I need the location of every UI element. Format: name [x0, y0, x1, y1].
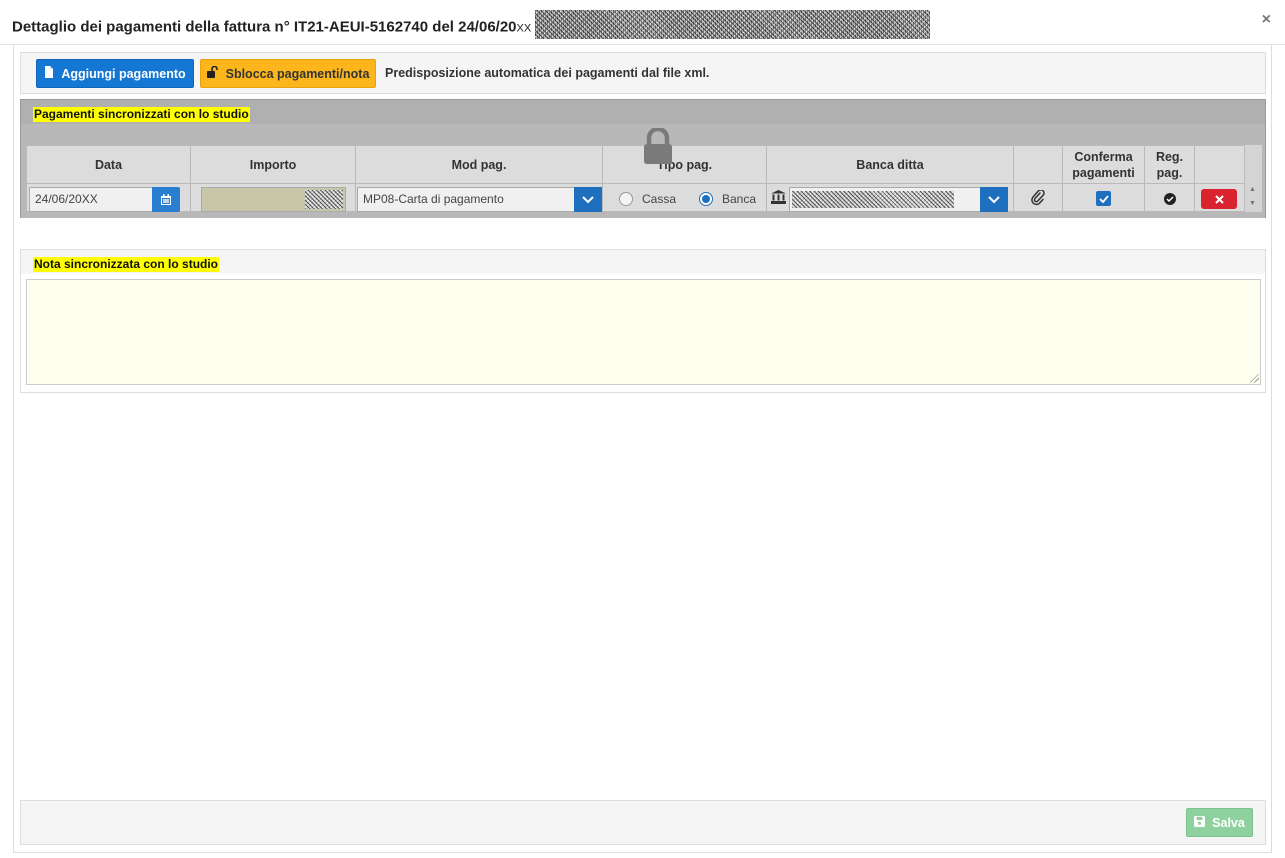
col-importo: Importo	[190, 145, 356, 184]
note-section-label: Nota sincronizzata con lo studio	[33, 257, 220, 272]
cell-reg	[1144, 183, 1195, 212]
col-attachment	[1013, 145, 1063, 184]
payments-panel-heading: Pagamenti sincronizzati con lo studio	[21, 100, 1265, 124]
payments-panel: Pagamenti sincronizzati con lo studio Da…	[20, 99, 1266, 218]
unlock-payments-label: Sblocca pagamenti/nota	[225, 66, 370, 81]
cell-importo	[190, 183, 356, 212]
bank-select[interactable]	[789, 187, 981, 212]
modal-header: Dettaglio dei pagamenti della fattura n°…	[0, 0, 1285, 45]
radio-cassa[interactable]	[619, 192, 633, 206]
redacted-bank	[792, 191, 954, 208]
title-text: Dettaglio dei pagamenti della fattura n°…	[12, 18, 517, 36]
col-banca: Banca ditta	[766, 145, 1014, 184]
table-scrollbar[interactable]: ▲ ▼	[1245, 145, 1262, 212]
delete-row-button[interactable]	[1201, 189, 1237, 209]
bank-chevron-down-icon[interactable]	[980, 187, 1008, 212]
radio-banca-label: Banca	[722, 192, 757, 206]
payments-section-label: Pagamenti sincronizzati con lo studio	[33, 107, 250, 122]
modal-footer: Salva	[20, 800, 1266, 845]
registered-check-icon	[1164, 193, 1176, 205]
col-reg-line1: Reg.	[1155, 149, 1184, 164]
date-year-suffix: XX	[81, 192, 98, 206]
scroll-down-icon[interactable]: ▼	[1249, 200, 1256, 207]
cell-tipo-pag: Cassa Banca	[602, 183, 767, 212]
cell-mod-pag: MP08-Carta di pagamento	[355, 183, 603, 212]
col-conferma-line2: pagamenti	[1072, 165, 1135, 180]
col-conferma-line1: Conferma	[1074, 149, 1133, 164]
scroll-up-icon[interactable]: ▲	[1249, 186, 1256, 193]
title-year-suffix: XX	[516, 22, 532, 35]
modal-title: Dettaglio dei pagamenti della fattura n°…	[12, 10, 931, 42]
lock-icon	[644, 128, 672, 164]
paperclip-icon[interactable]	[1031, 189, 1045, 209]
date-value: 24/06/20	[35, 192, 82, 206]
modal-body: Aggiungi pagamento Sblocca pagamenti/not…	[13, 45, 1272, 853]
col-tipo-pag: Tipo pag.	[602, 145, 767, 184]
cell-actions	[1194, 183, 1245, 212]
save-label: Salva	[1212, 815, 1245, 830]
note-panel: Nota sincronizzata con lo studio	[20, 249, 1266, 393]
table-header-row: Data Importo Mod pag. Tipo pag. Banca di…	[26, 145, 1245, 184]
redacted-amount	[305, 190, 343, 209]
col-reg-line2: pag.	[1156, 165, 1183, 180]
note-textarea[interactable]	[26, 279, 1261, 385]
table-row: 24/06/20XX MP08-Carta di pagamento Cassa…	[26, 183, 1245, 212]
bank-icon	[771, 190, 786, 207]
save-button[interactable]: Salva	[1186, 808, 1253, 837]
amount-input[interactable]	[201, 187, 346, 212]
col-reg: Reg. pag.	[1144, 145, 1195, 184]
payment-method-value: MP08-Carta di pagamento	[363, 192, 504, 206]
col-data: Data	[26, 145, 191, 184]
resize-handle-icon[interactable]	[1250, 374, 1259, 383]
col-mod-pag: Mod pag.	[355, 145, 603, 184]
document-icon	[44, 66, 54, 81]
note-panel-heading: Nota sincronizzata con lo studio	[21, 250, 1265, 274]
payment-method-select[interactable]: MP08-Carta di pagamento	[357, 187, 575, 212]
payments-table: Data Importo Mod pag. Tipo pag. Banca di…	[26, 145, 1245, 212]
radio-cassa-label: Cassa	[642, 192, 677, 206]
calendar-icon[interactable]	[152, 187, 180, 212]
unlock-payments-button[interactable]: Sblocca pagamenti/nota	[200, 59, 376, 88]
close-icon[interactable]: ×	[1262, 11, 1271, 29]
cell-attachment	[1013, 183, 1063, 212]
col-conferma: Conferma pagamenti	[1062, 145, 1145, 184]
close-icon	[1214, 194, 1224, 204]
add-payment-label: Aggiungi pagamento	[61, 66, 186, 81]
floppy-disk-icon	[1194, 815, 1206, 830]
confirm-checkbox[interactable]	[1096, 191, 1111, 206]
date-input[interactable]: 24/06/20XX	[29, 187, 153, 212]
cell-conferma	[1062, 183, 1145, 212]
cell-data: 24/06/20XX	[26, 183, 191, 212]
add-payment-button[interactable]: Aggiungi pagamento	[36, 59, 194, 88]
radio-banca[interactable]	[699, 192, 713, 206]
cell-banca	[766, 183, 1014, 212]
auto-setup-info: Predisposizione automatica dei pagamenti…	[385, 66, 710, 80]
col-actions	[1194, 145, 1245, 184]
redacted-supplier-info	[535, 10, 931, 39]
unlock-icon	[206, 65, 219, 81]
toolbar: Aggiungi pagamento Sblocca pagamenti/not…	[20, 52, 1266, 94]
chevron-down-icon[interactable]	[574, 187, 602, 212]
